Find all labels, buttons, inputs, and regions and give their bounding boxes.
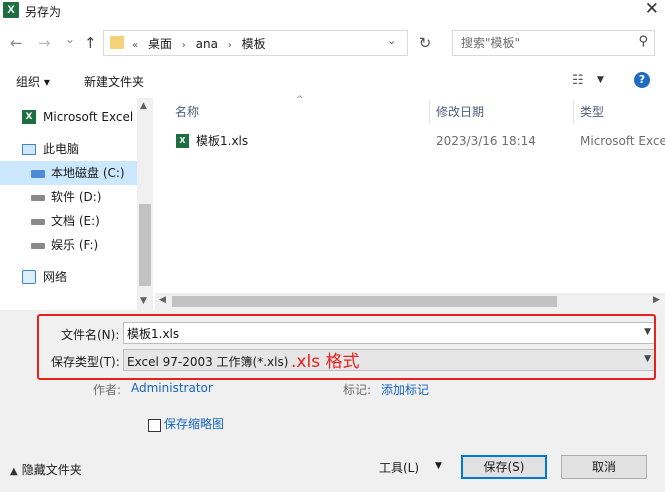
column-header-modified[interactable]: 修改日期 xyxy=(436,98,484,126)
new-folder-button[interactable]: 新建文件夹 xyxy=(84,73,144,90)
breadcrumb: « 桌面 › ana › 模板 xyxy=(132,35,272,52)
address-dropdown-icon[interactable]: ⌄ xyxy=(387,34,396,47)
sidebar-item-this-pc[interactable]: 此电脑 xyxy=(0,137,137,161)
sort-ascending-icon: ^ xyxy=(296,95,304,105)
breadcrumb-separator[interactable]: › xyxy=(182,40,186,51)
sidebar-item-label: 娱乐 (F:) xyxy=(51,238,99,252)
tags-label: 标记: xyxy=(343,383,372,397)
save-button[interactable]: 保存(S) xyxy=(461,455,547,479)
search-icon[interactable]: ⚲ xyxy=(638,34,648,49)
excel-file-icon: X xyxy=(176,134,189,148)
scrollbar-thumb[interactable] xyxy=(139,204,151,286)
breadcrumb-item-desktop[interactable]: 桌面 xyxy=(148,37,172,51)
sidebar-item-drive-f[interactable]: 娱乐 (F:) xyxy=(0,233,137,257)
excel-icon: X xyxy=(3,2,19,18)
sidebar-item-label: 软件 (D:) xyxy=(51,190,102,204)
cancel-button[interactable]: 取消 xyxy=(561,455,647,479)
save-thumbnail-checkbox[interactable] xyxy=(148,419,161,432)
add-tags-link[interactable]: 添加标记 xyxy=(381,381,429,398)
window-title: 另存为 xyxy=(25,5,62,19)
sidebar-item-drive-e[interactable]: 文档 (E:) xyxy=(0,209,137,233)
scrollbar-thumb[interactable] xyxy=(172,296,557,307)
sidebar-item-network[interactable]: 网络 xyxy=(0,265,137,289)
up-arrow-icon[interactable]: ↑ xyxy=(84,34,97,52)
back-arrow-icon[interactable]: ← xyxy=(10,34,23,52)
folder-icon xyxy=(110,36,124,49)
tools-dropdown-icon[interactable]: ▼ xyxy=(435,461,442,471)
scroll-up-icon[interactable]: ▲ xyxy=(140,101,147,111)
sidebar-item-microsoft-excel[interactable]: X Microsoft Excel xyxy=(0,105,137,129)
breadcrumb-item-ana[interactable]: ana xyxy=(196,37,218,51)
network-icon xyxy=(22,270,36,284)
forward-arrow-icon[interactable]: → xyxy=(38,34,51,52)
tools-menu[interactable]: 工具(L) xyxy=(379,459,419,476)
excel-icon: X xyxy=(22,110,36,124)
search-input[interactable] xyxy=(461,32,631,54)
scroll-left-icon[interactable]: ◀ xyxy=(159,295,166,305)
file-row[interactable]: X 模板1.xls 2023/3/16 18:14 Microsoft Exce xyxy=(155,130,665,152)
close-icon[interactable]: ✕ xyxy=(645,0,659,19)
sidebar-item-drive-d[interactable]: 软件 (D:) xyxy=(0,185,137,209)
navigation-pane-scrollbar[interactable]: ▲ ▼ xyxy=(137,98,153,310)
file-list-horizontal-scrollbar[interactable]: ◀ ▶ xyxy=(155,293,665,310)
file-name: 模板1.xls xyxy=(196,134,249,148)
column-header-name[interactable]: 名称 xyxy=(175,98,199,126)
sidebar-item-drive-c[interactable]: 本地磁盘 (C:) xyxy=(0,161,137,185)
organize-menu[interactable]: 组织 ▾ xyxy=(16,73,50,90)
drive-icon xyxy=(31,170,45,178)
annotation-highlight-box xyxy=(37,314,656,380)
recent-locations-chevron-icon[interactable]: ⌄ xyxy=(65,30,75,48)
navigation-pane: X Microsoft Excel 此电脑 本地磁盘 (C:) 软件 (D:) … xyxy=(0,98,153,310)
title-bar: X 另存为 ✕ xyxy=(0,0,665,22)
sidebar-item-label: Microsoft Excel xyxy=(43,110,134,124)
save-thumbnail-label[interactable]: 保存缩略图 xyxy=(164,415,224,432)
drive-icon xyxy=(31,243,45,249)
sidebar-item-label: 网络 xyxy=(43,270,68,284)
column-divider[interactable] xyxy=(429,100,430,124)
chevron-up-icon: ▲ xyxy=(10,466,18,477)
sidebar-item-label: 本地磁盘 (C:) xyxy=(51,166,125,180)
hide-folders-label: 隐藏文件夹 xyxy=(21,463,82,477)
address-bar[interactable]: « 桌面 › ana › 模板 xyxy=(103,30,408,56)
breadcrumb-separator[interactable]: › xyxy=(228,40,232,51)
file-modified-date: 2023/3/16 18:14 xyxy=(436,134,536,148)
scroll-down-icon[interactable]: ▼ xyxy=(140,296,147,306)
breadcrumb-overflow[interactable]: « xyxy=(132,40,138,51)
help-icon[interactable]: ? xyxy=(634,72,650,88)
breadcrumb-item-template[interactable]: 模板 xyxy=(242,37,266,51)
search-box[interactable]: ⚲ xyxy=(452,30,655,56)
computer-icon xyxy=(22,144,36,155)
author-label: 作者: xyxy=(93,383,122,397)
column-header-type[interactable]: 类型 xyxy=(580,98,604,126)
refresh-icon[interactable]: ↻ xyxy=(412,30,438,56)
view-dropdown-icon[interactable]: ▼ xyxy=(597,75,604,85)
drive-icon xyxy=(31,195,45,201)
scroll-right-icon[interactable]: ▶ xyxy=(653,295,660,305)
column-divider[interactable] xyxy=(573,100,574,124)
view-options-icon[interactable]: ☷ xyxy=(572,73,584,88)
drive-icon xyxy=(31,219,45,225)
hide-folders-toggle[interactable]: ▲ 隐藏文件夹 xyxy=(10,461,82,478)
sidebar-item-label: 文档 (E:) xyxy=(51,214,100,228)
author-value[interactable]: Administrator xyxy=(131,381,213,395)
sidebar-item-label: 此电脑 xyxy=(43,142,80,156)
file-type: Microsoft Exce xyxy=(580,134,665,148)
command-bar: 组织 ▾ 新建文件夹 ☷ ▼ xyxy=(0,64,665,96)
